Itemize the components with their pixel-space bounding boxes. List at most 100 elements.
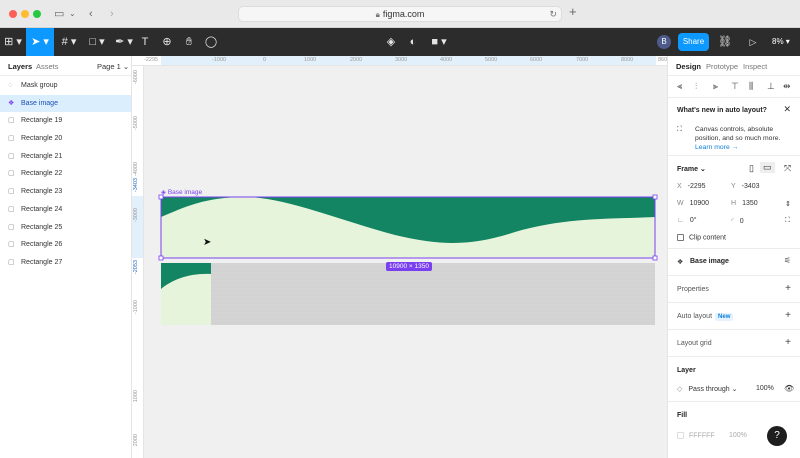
address-bar[interactable]: 🔒︎ figma.com ↻ — [238, 6, 562, 22]
add-auto-layout-icon[interactable]: + — [785, 310, 791, 321]
align-bottom-icon[interactable]: ⊥ — [767, 81, 775, 92]
layer-item[interactable]: ❖ Base image — [0, 94, 131, 113]
layer-label: Rectangle 19 — [21, 117, 63, 125]
frame-title[interactable]: Frame ⌄ — [677, 165, 706, 173]
clip-content-checkbox[interactable]: Clip content — [677, 234, 726, 241]
ruler-tick: 1000 — [133, 390, 139, 403]
tab-layers[interactable]: Layers — [8, 62, 32, 71]
landscape-icon[interactable]: ▭ — [760, 162, 775, 173]
layer-item[interactable]: ▢ Rectangle 23 — [0, 183, 131, 201]
ruler-tick: 1000 — [304, 57, 317, 63]
layer-label: Rectangle 21 — [21, 152, 63, 160]
radius-field[interactable]: ◜ 0 — [731, 217, 744, 225]
portrait-icon[interactable]: ▯ — [749, 163, 754, 174]
text-tool-icon[interactable]: T — [137, 28, 153, 56]
move-tool-icon[interactable]: ➤ ▾ — [26, 28, 54, 56]
layer-label: Rectangle 24 — [21, 205, 63, 213]
zoom-level[interactable]: 8% ▾ — [772, 28, 790, 56]
ruler-tick: -5000 — [133, 116, 139, 131]
layer-opacity[interactable]: 100% — [756, 385, 774, 392]
close-window-button[interactable] — [9, 10, 17, 18]
whats-new-text: Canvas controls, absolute position, and … — [695, 126, 781, 142]
reload-icon[interactable]: ↻ — [549, 7, 557, 21]
component-name[interactable]: Base image — [690, 258, 729, 265]
resize-to-fit-icon[interactable]: ⤧ — [784, 163, 791, 174]
layer-item[interactable]: ▢ Rectangle 22 — [0, 165, 131, 183]
tab-inspect[interactable]: Inspect — [743, 62, 767, 71]
hand-tool-icon[interactable]: ✋︎ — [181, 28, 197, 56]
layer-label: Rectangle 23 — [21, 188, 63, 196]
back-icon[interactable]: ‹ — [89, 7, 93, 21]
comment-tool-icon[interactable]: ◯ — [203, 28, 219, 56]
rectangle-icon: ▢ — [8, 152, 15, 160]
layer-label: Rectangle 27 — [21, 258, 63, 266]
close-icon[interactable]: ✕ — [783, 104, 791, 115]
tab-prototype[interactable]: Prototype — [706, 62, 738, 71]
link-icon[interactable]: ⛓ — [717, 28, 733, 56]
help-button[interactable]: ? — [767, 426, 787, 446]
layer-item[interactable]: ▢ Rectangle 27 — [0, 254, 131, 272]
rectangle-icon: ▢ — [8, 205, 15, 213]
layer-item[interactable]: ▢ Rectangle 25 — [0, 219, 131, 237]
page-selector[interactable]: Page 1 ⌄ — [97, 62, 129, 71]
contrast-icon[interactable]: ◐ — [405, 28, 421, 56]
sidebar-toggle-icon[interactable]: ▭ — [54, 7, 64, 21]
canvas[interactable]: ◈ Base image 10900 × 1350 ➤ — [145, 67, 667, 458]
frame-tool-icon[interactable]: # ▾ — [56, 28, 82, 56]
eye-icon[interactable]: 👁︎ — [784, 384, 794, 393]
layer-item[interactable]: ▢ Rectangle 21 — [0, 148, 131, 166]
align-middle-icon[interactable]: ⫼ — [749, 81, 753, 92]
new-tab-icon[interactable]: + — [569, 5, 577, 19]
design-panel: Design Prototype Inspect ⫷ ⫶ ⫸ ⊤ ⫼ ⊥ ⇹ W… — [667, 56, 800, 458]
shape-tool-icon[interactable]: □ ▾ — [84, 28, 110, 56]
ruler-tick: -1000 — [212, 57, 227, 63]
play-icon[interactable]: ▷ — [745, 28, 761, 56]
ruler-tick: 6000 — [530, 57, 543, 63]
ruler-tick: -2053 — [133, 260, 139, 275]
rectangle-icon: ▢ — [8, 223, 15, 231]
height-field[interactable]: H 1350 — [731, 200, 758, 207]
tab-design[interactable]: Design — [676, 62, 701, 71]
blend-mode-select[interactable]: ◇ Pass through ⌄ — [677, 385, 737, 393]
resources-icon[interactable]: ⊕ — [159, 28, 175, 56]
tab-assets[interactable]: Assets — [36, 62, 59, 71]
avatar[interactable]: B — [657, 35, 671, 49]
align-right-icon[interactable]: ⫸ — [713, 81, 718, 92]
constrain-proportions-icon[interactable]: ⇕ — [785, 200, 791, 208]
share-button[interactable]: Share — [678, 33, 709, 51]
component-icon[interactable]: ◈ — [383, 28, 399, 56]
y-field[interactable]: Y -3403 — [731, 183, 760, 190]
width-field[interactable]: W 10900 — [677, 200, 709, 207]
add-layout-grid-icon[interactable]: + — [785, 337, 791, 348]
frame-label[interactable]: ◈ Base image — [161, 188, 202, 196]
layer-item[interactable]: ▢ Rectangle 24 — [0, 201, 131, 219]
chevron-down-icon[interactable]: ⌄ — [69, 7, 76, 21]
align-center-icon[interactable]: ⫶ — [695, 81, 697, 92]
pen-tool-icon[interactable]: ✒ ▾ — [111, 28, 137, 56]
ruler-tick: 5000 — [485, 57, 498, 63]
x-field[interactable]: X -2295 — [677, 183, 706, 190]
rotation-field[interactable]: ∟ 0° — [677, 217, 697, 224]
align-top-icon[interactable]: ⊤ — [731, 81, 739, 92]
boolean-icon[interactable]: ■ ▾ — [428, 28, 450, 56]
maximize-window-button[interactable] — [33, 10, 41, 18]
layer-item[interactable]: ▢ Rectangle 20 — [0, 130, 131, 148]
layer-item[interactable]: ◌ Mask group — [0, 77, 131, 95]
fill-hex[interactable]: FFFFFF — [677, 432, 715, 439]
distribute-icon[interactable]: ⇹ — [783, 81, 791, 92]
alignment-toolbar: ⫷ ⫶ ⫸ ⊤ ⫼ ⊥ ⇹ — [668, 76, 800, 98]
layer-item[interactable]: ▢ Rectangle 19 — [0, 112, 131, 130]
learn-more-link[interactable]: Learn more → — [695, 144, 738, 151]
minimize-window-button[interactable] — [21, 10, 29, 18]
component-settings-icon[interactable]: ⚟ — [784, 256, 791, 265]
fill-title: Fill — [677, 412, 688, 419]
fill-opacity[interactable]: 100% — [729, 432, 747, 439]
add-property-icon[interactable]: + — [785, 283, 791, 294]
rectangle-icon: ▢ — [8, 135, 15, 143]
ruler-tick: 2000 — [133, 434, 139, 447]
align-left-icon[interactable]: ⫷ — [677, 81, 682, 92]
independent-corners-icon[interactable]: ⛶ — [785, 217, 790, 225]
layer-item[interactable]: ▢ Rectangle 26 — [0, 236, 131, 254]
forward-icon[interactable]: › — [110, 7, 114, 21]
main-menu-icon[interactable]: ⊞ ▾ — [0, 28, 26, 56]
